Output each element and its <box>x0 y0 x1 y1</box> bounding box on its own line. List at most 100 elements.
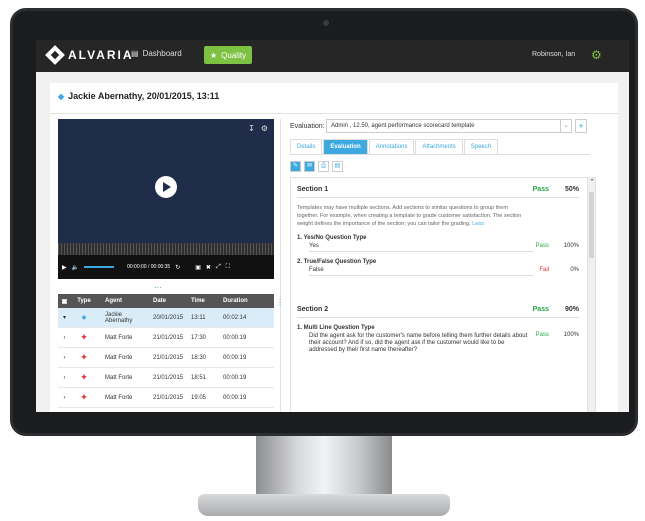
media-player[interactable]: ↧ ⚙ ▶ 🔈 00:00:00 / 00:00:35 ↻ ▣ ✖ ⤢ ⛶ <box>58 119 274 279</box>
cell-time: 18:51 <box>191 374 207 381</box>
evaluation-label: Evaluation: <box>290 123 325 130</box>
section-result: Pass <box>532 306 549 313</box>
volume-icon[interactable]: 🔈 <box>72 264 79 271</box>
cell-agent: Matt Forte <box>105 394 133 401</box>
col-duration[interactable]: Duration <box>219 298 259 304</box>
cell-date: 20/01/2015 <box>153 314 184 321</box>
select-all-icon[interactable]: ▣ <box>58 298 71 305</box>
col-date[interactable]: Date <box>149 298 187 304</box>
section-result: Pass <box>532 186 549 193</box>
cell-duration: 00:00:19 <box>223 334 247 341</box>
play-overlay-button[interactable] <box>155 176 177 198</box>
fullscreen-icon[interactable]: ⛶ <box>226 264 230 271</box>
crop-icon[interactable]: ✖ <box>206 264 211 271</box>
monitor-base <box>198 494 450 516</box>
collapse-chevron-icon[interactable]: ▾ <box>58 314 71 321</box>
tab-speech[interactable]: Speech <box>463 139 499 154</box>
cell-date: 21/01/2015 <box>153 394 184 401</box>
question-item: 1. Multi Line Question Type Did the agen… <box>297 325 579 354</box>
expand-chevron-icon[interactable]: › <box>58 335 71 341</box>
nav-quality[interactable]: ★ Quality <box>204 46 253 64</box>
tab-evaluation[interactable]: Evaluation <box>323 139 368 154</box>
top-navbar: ALVARIA ▤ Dashboard ★ Quality Robinson, … <box>36 40 629 72</box>
question-answer[interactable]: Yes <box>309 243 533 252</box>
player-controls: ▶ 🔈 00:00:00 / 00:00:35 ↻ ▣ ✖ ⤢ ⛶ <box>58 255 274 279</box>
cell-agent: Matt Forte <box>105 334 133 341</box>
resize-grip-icon[interactable]: ⋯ <box>154 283 162 292</box>
table-row[interactable]: › ✚ Matt Forte 21/01/2015 18:51 00:00:19 <box>58 368 274 388</box>
tab-annotations[interactable]: Annotations <box>368 139 415 154</box>
agent-call-icon: ◆ <box>81 315 87 321</box>
export-icon[interactable]: ▤ <box>332 161 343 172</box>
volume-slider[interactable] <box>84 266 115 268</box>
tab-details[interactable]: Details <box>290 139 323 154</box>
less-link[interactable]: Less <box>472 221 484 227</box>
cell-time: 18:30 <box>191 354 207 361</box>
question-score: 100% <box>563 243 579 249</box>
pip-icon[interactable]: ▣ <box>195 264 201 271</box>
col-agent[interactable]: Agent <box>97 298 149 304</box>
evaluation-scrollbar[interactable]: ⌃ <box>587 178 595 412</box>
header-divider <box>50 113 618 114</box>
logo-text: ALVARIA <box>68 48 134 62</box>
question-answer[interactable]: False <box>309 267 533 276</box>
section-header[interactable]: Section 1 Pass 50% <box>297 186 579 198</box>
col-type[interactable]: Type <box>71 298 97 304</box>
webcam-dot <box>323 20 329 26</box>
expand-chevron-icon[interactable]: › <box>58 395 71 401</box>
app-screen: ALVARIA ▤ Dashboard ★ Quality Robinson, … <box>36 40 629 412</box>
nav-dashboard[interactable]: ▤ Dashboard <box>131 49 182 58</box>
edit-icon[interactable]: ✎ <box>290 161 301 172</box>
table-row[interactable]: › ✚ Matt Forte 21/01/2015 18:30 00:00:19 <box>58 348 274 368</box>
col-time[interactable]: Time <box>187 298 219 304</box>
cell-duration: 00:00:19 <box>223 394 247 401</box>
dashboard-icon: ▤ <box>131 49 139 58</box>
question-result: Fail <box>539 267 549 273</box>
page-title: Jackie Abernathy, 20/01/2015, 13:11 <box>68 91 220 101</box>
question-score: 0% <box>570 267 579 273</box>
gear-icon[interactable]: ⚙ <box>591 48 602 62</box>
section-title: Section 1 <box>297 186 329 193</box>
cell-date: 21/01/2015 <box>153 354 184 361</box>
section-1: Section 1 Pass 50% Templates may have mu… <box>297 186 579 276</box>
expand-chevron-icon[interactable]: › <box>58 375 71 381</box>
cell-duration: 00:02:14 <box>223 314 247 321</box>
section-description: Templates may have multiple sections. Ad… <box>297 204 529 228</box>
print-icon[interactable]: ⎙ <box>318 161 329 172</box>
cell-date: 21/01/2015 <box>153 374 184 381</box>
question-score: 100% <box>563 332 579 338</box>
settings-icon[interactable]: ⚙ <box>261 124 268 133</box>
section-description-text: Templates may have multiple sections. Ad… <box>297 205 522 227</box>
download-icon[interactable]: ↧ <box>248 124 255 133</box>
scrollbar-thumb[interactable] <box>589 192 594 258</box>
user-name[interactable]: Robinson, Ian <box>532 51 575 58</box>
chevron-down-icon[interactable]: ⌄ <box>560 120 571 132</box>
replay-icon[interactable]: ↻ <box>175 264 180 271</box>
email-icon[interactable]: ✉ <box>304 161 315 172</box>
section-2: Section 2 Pass 90% 1. Multi Line Questio… <box>297 306 579 354</box>
tab-attachments[interactable]: Attachments <box>415 139 463 154</box>
panel-collapse-icon[interactable]: ⋮ <box>276 298 284 307</box>
cell-agent: Matt Forte <box>105 374 133 381</box>
play-icon[interactable]: ▶ <box>62 264 67 271</box>
chevron-up-icon[interactable]: ⌃ <box>588 178 595 186</box>
panel-divider[interactable] <box>280 119 281 412</box>
cell-agent: Matt Forte <box>105 354 133 361</box>
table-row[interactable]: › ✚ Matt Forte 21/01/2015 19:05 00:00:19 <box>58 388 274 408</box>
question-answer[interactable]: Did the agent ask for the customer's nam… <box>309 333 533 354</box>
audio-waveform[interactable] <box>58 243 274 255</box>
section-header[interactable]: Section 2 Pass 90% <box>297 306 579 318</box>
expand-icon[interactable]: ⤢ <box>216 264 221 271</box>
table-row[interactable]: ▾ ◆ Jackie Abernathy 20/01/2015 13:11 00… <box>58 308 274 328</box>
table-row[interactable]: › ✚ Matt Forte 21/01/2015 17:30 00:00:19 <box>58 328 274 348</box>
expand-chevron-icon[interactable]: › <box>58 355 71 361</box>
app-logo[interactable]: ALVARIA <box>45 45 134 65</box>
inbound-call-icon: ✚ <box>81 395 87 401</box>
cell-time: 13:11 <box>191 314 206 321</box>
add-evaluation-button[interactable]: + <box>575 119 587 133</box>
star-icon: ★ <box>210 50 218 60</box>
evaluation-form: Section 1 Pass 50% Templates may have mu… <box>290 177 596 412</box>
section-title: Section 2 <box>297 306 329 313</box>
evaluation-select[interactable]: Admin , 12.50, agent performance scoreca… <box>326 119 572 133</box>
cell-duration: 00:00:19 <box>223 354 247 361</box>
